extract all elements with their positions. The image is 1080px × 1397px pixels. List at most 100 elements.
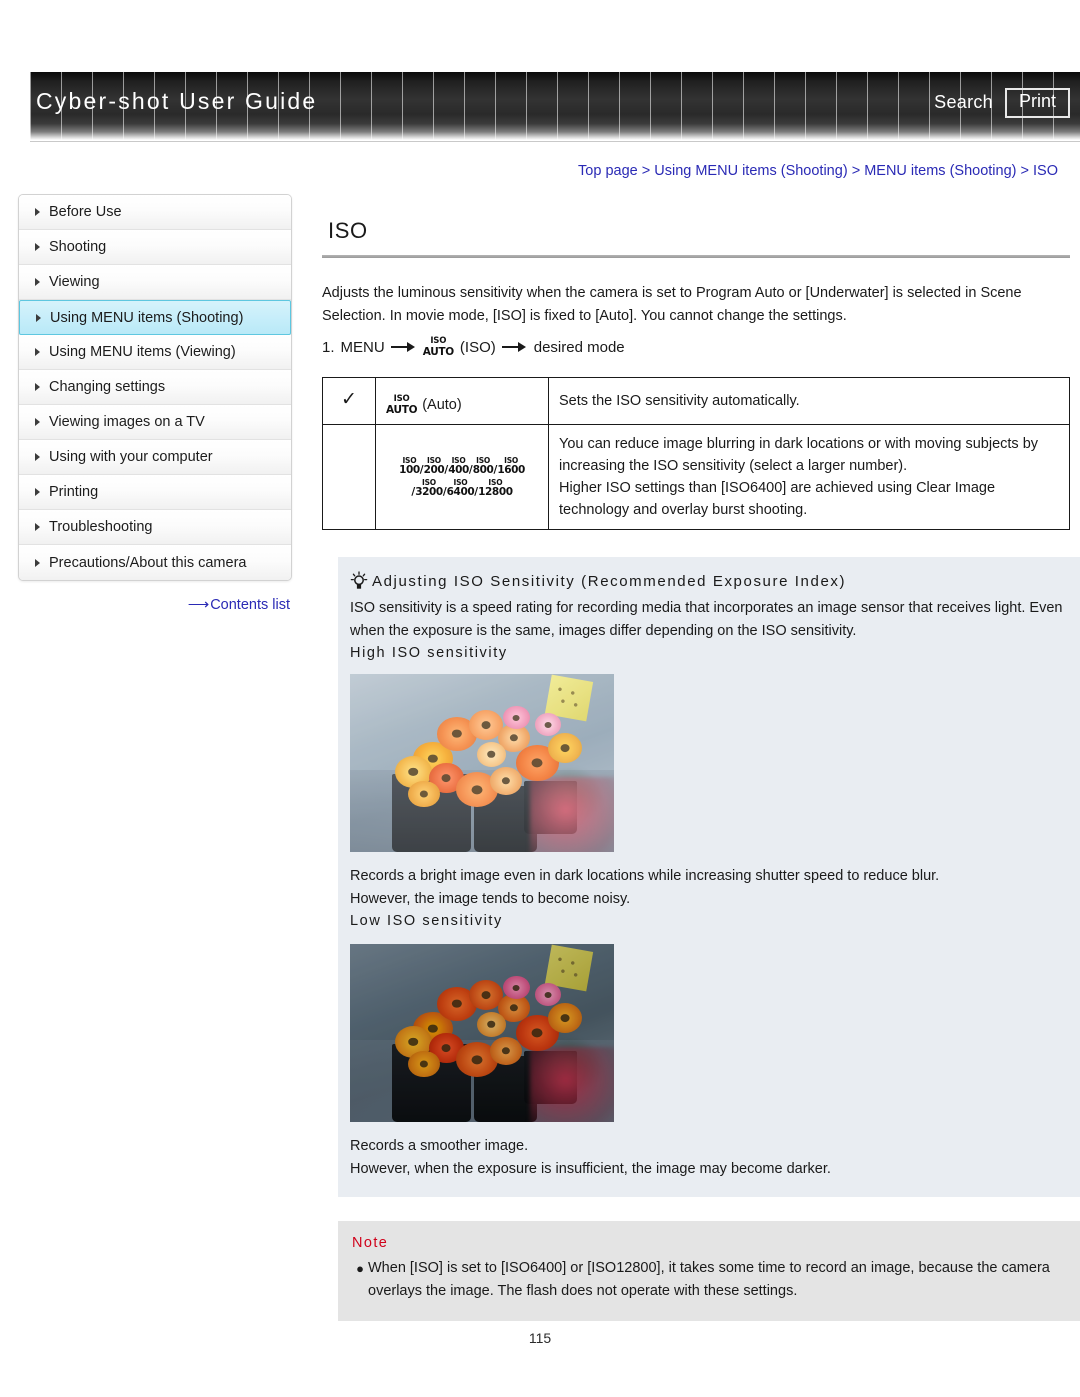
sidebar-item-label: Troubleshooting — [49, 519, 153, 535]
sidebar-item-printing[interactable]: Printing — [19, 475, 291, 510]
triangle-bullet-icon — [35, 383, 40, 391]
triangle-bullet-icon — [36, 313, 41, 322]
triangle-bullet-icon — [35, 208, 40, 216]
step-number: 1. — [322, 338, 335, 356]
sidebar-item-label: Precautions/About this camera — [49, 554, 247, 571]
iso-chip-100: ISO 100 — [399, 455, 420, 476]
tip-body-text: ISO sensitivity is a speed rating for re… — [350, 600, 1063, 639]
sidebar-item-troubleshooting[interactable]: Troubleshooting — [19, 510, 291, 545]
breadcrumb-item-iso[interactable]: ISO — [1033, 163, 1058, 179]
sidebar-item-using-menu-items-shooting[interactable]: Using MENU items (Shooting) — [19, 300, 291, 335]
iso-chip-400: ISO 400 — [448, 455, 469, 476]
sidebar-item-using-with-your-computer[interactable]: Using with your computer — [19, 440, 291, 475]
tip-panel: Adjusting ISO Sensitivity (Recommended E… — [338, 557, 1080, 1197]
contents-list-label: Contents list — [210, 597, 290, 613]
page-title: ISO — [328, 218, 368, 243]
iso-values-line-2: / ISO 3200 / ISO 6400 / ISO 12800 — [386, 477, 538, 498]
iso-auto-icon: ISO AUTO — [422, 336, 455, 358]
iso-icon-top-label: ISO — [430, 336, 447, 346]
table-row: ✓ ISO AUTO (Auto) Sets the ISO sensitivi… — [322, 377, 1070, 425]
low-iso-caption: Records a smoother image. However, when … — [350, 1138, 831, 1177]
header-divider — [30, 141, 1080, 142]
checkmark-icon: ✓ — [341, 389, 357, 410]
step-icon-caption: (ISO) — [459, 338, 496, 356]
sidebar: Before Use Shooting Viewing Using MENU i… — [18, 194, 292, 613]
option-description-cell: Sets the ISO sensitivity automatically. — [548, 377, 1070, 425]
iso-chip-6400: ISO 6400 — [446, 477, 475, 498]
triangle-bullet-icon — [35, 558, 40, 567]
sidebar-item-label: Using MENU items (Shooting) — [50, 309, 244, 326]
iso-icon-bottom-label: AUTO — [422, 345, 455, 358]
iso-chip-800: ISO 800 — [472, 455, 494, 476]
table-row: ISO 100 / ISO 200 / ISO 400 / ISO 800 / … — [322, 424, 1070, 530]
default-marker-cell — [322, 424, 376, 530]
high-iso-label: High ISO sensitivity — [350, 645, 508, 661]
tip-heading-label: Adjusting ISO Sensitivity (Recommended E… — [372, 572, 847, 590]
breadcrumb-separator: > — [851, 163, 861, 179]
sidebar-item-label: Using MENU items (Viewing) — [49, 344, 236, 360]
iso-values-line-1: ISO 100 / ISO 200 / ISO 400 / ISO 800 / … — [386, 455, 538, 476]
sidebar-item-label: Printing — [49, 484, 99, 500]
sidebar-item-label: Using with your computer — [49, 449, 213, 465]
option-icon-cell: ISO AUTO (Auto) — [375, 377, 549, 425]
main-content: ISO Adjusts the luminous sensitivity whe… — [322, 196, 1070, 530]
header-actions: Search Print — [934, 88, 1070, 118]
sidebar-item-viewing-images-on-a-tv[interactable]: Viewing images on a TV — [19, 405, 291, 440]
sidebar-item-label: Shooting — [49, 239, 107, 255]
note-block: Note ● When [ISO] is set to [ISO6400] or… — [338, 1221, 1080, 1321]
breadcrumb-item-using-menu-items-shooting[interactable]: Using MENU items (Shooting) — [654, 163, 847, 179]
sidebar-item-precautions-about-this-camera[interactable]: Precautions/About this camera — [19, 545, 291, 580]
iso-values-group: ISO 100 / ISO 200 / ISO 400 / ISO 800 / … — [386, 455, 538, 498]
option-label: (Auto) — [422, 397, 462, 413]
iso-chip-200: ISO 200 — [423, 455, 445, 476]
contents-list-link[interactable]: ⟶ Contents list — [18, 595, 292, 613]
sidebar-item-before-use[interactable]: Before Use — [19, 195, 291, 230]
intro-paragraph: Adjusts the luminous sensitivity when th… — [322, 285, 1022, 324]
app-title: Cyber-shot User Guide — [36, 88, 318, 114]
sidebar-item-shooting[interactable]: Shooting — [19, 230, 291, 265]
list-item: ● When [ISO] is set to [ISO6400] or [ISO… — [352, 1257, 1066, 1303]
step-result: desired mode — [533, 338, 625, 356]
breadcrumb: Top page > Using MENU items (Shooting) >… — [578, 163, 1058, 179]
iso-chip-12800: ISO 12800 — [478, 477, 513, 498]
search-button[interactable]: Search — [934, 92, 993, 113]
low-iso-label: Low ISO sensitivity — [350, 913, 503, 929]
arrow-right-icon — [390, 341, 417, 353]
option-icon-cell: ISO 100 / ISO 200 / ISO 400 / ISO 800 / … — [375, 424, 549, 530]
breadcrumb-item-menu-items-shooting[interactable]: MENU items (Shooting) — [864, 163, 1016, 179]
option-description-cell: You can reduce image blurring in dark lo… — [548, 424, 1070, 530]
iso-icon-bottom-label: AUTO — [386, 403, 418, 416]
iso-auto-icon: ISO AUTO — [386, 394, 418, 416]
sidebar-item-label: Changing settings — [49, 379, 166, 395]
iso-icon-top-label: ISO — [393, 394, 410, 404]
breadcrumb-separator: > — [1020, 163, 1029, 179]
sidebar-item-changing-settings[interactable]: Changing settings — [19, 370, 291, 405]
arrow-right-icon: ⟶ — [187, 596, 209, 613]
high-iso-sample-image — [350, 674, 614, 852]
triangle-bullet-icon — [35, 523, 40, 531]
high-iso-caption: Records a bright image even in dark loca… — [350, 868, 940, 907]
triangle-bullet-icon — [35, 453, 40, 461]
title-divider — [322, 255, 1070, 258]
triangle-bullet-icon — [35, 348, 40, 356]
breadcrumb-separator: > — [641, 163, 651, 179]
page-number: 115 — [528, 1330, 552, 1346]
breadcrumb-item-top-page[interactable]: Top page — [578, 163, 638, 179]
low-iso-sample-image — [350, 944, 614, 1122]
sidebar-item-label: Before Use — [49, 204, 122, 220]
triangle-bullet-icon — [35, 418, 40, 426]
triangle-bullet-icon — [35, 278, 40, 286]
step-menu-label: MENU — [340, 338, 385, 356]
sidebar-item-viewing[interactable]: Viewing — [19, 265, 291, 300]
sidebar-item-using-menu-items-viewing[interactable]: Using MENU items (Viewing) — [19, 335, 291, 370]
lightbulb-icon — [350, 571, 368, 591]
arrow-right-icon — [501, 341, 528, 353]
iso-chip-3200: ISO 3200 — [415, 477, 443, 498]
note-item-text: When [ISO] is set to [ISO6400] or [ISO12… — [368, 1260, 1050, 1299]
triangle-bullet-icon — [35, 488, 40, 496]
bullet-icon: ● — [356, 1261, 364, 1276]
sidebar-item-label: Viewing — [49, 274, 100, 290]
app-header: Cyber-shot User Guide Search Print — [30, 72, 1080, 140]
print-button[interactable]: Print — [1004, 88, 1070, 118]
triangle-bullet-icon — [35, 243, 40, 251]
